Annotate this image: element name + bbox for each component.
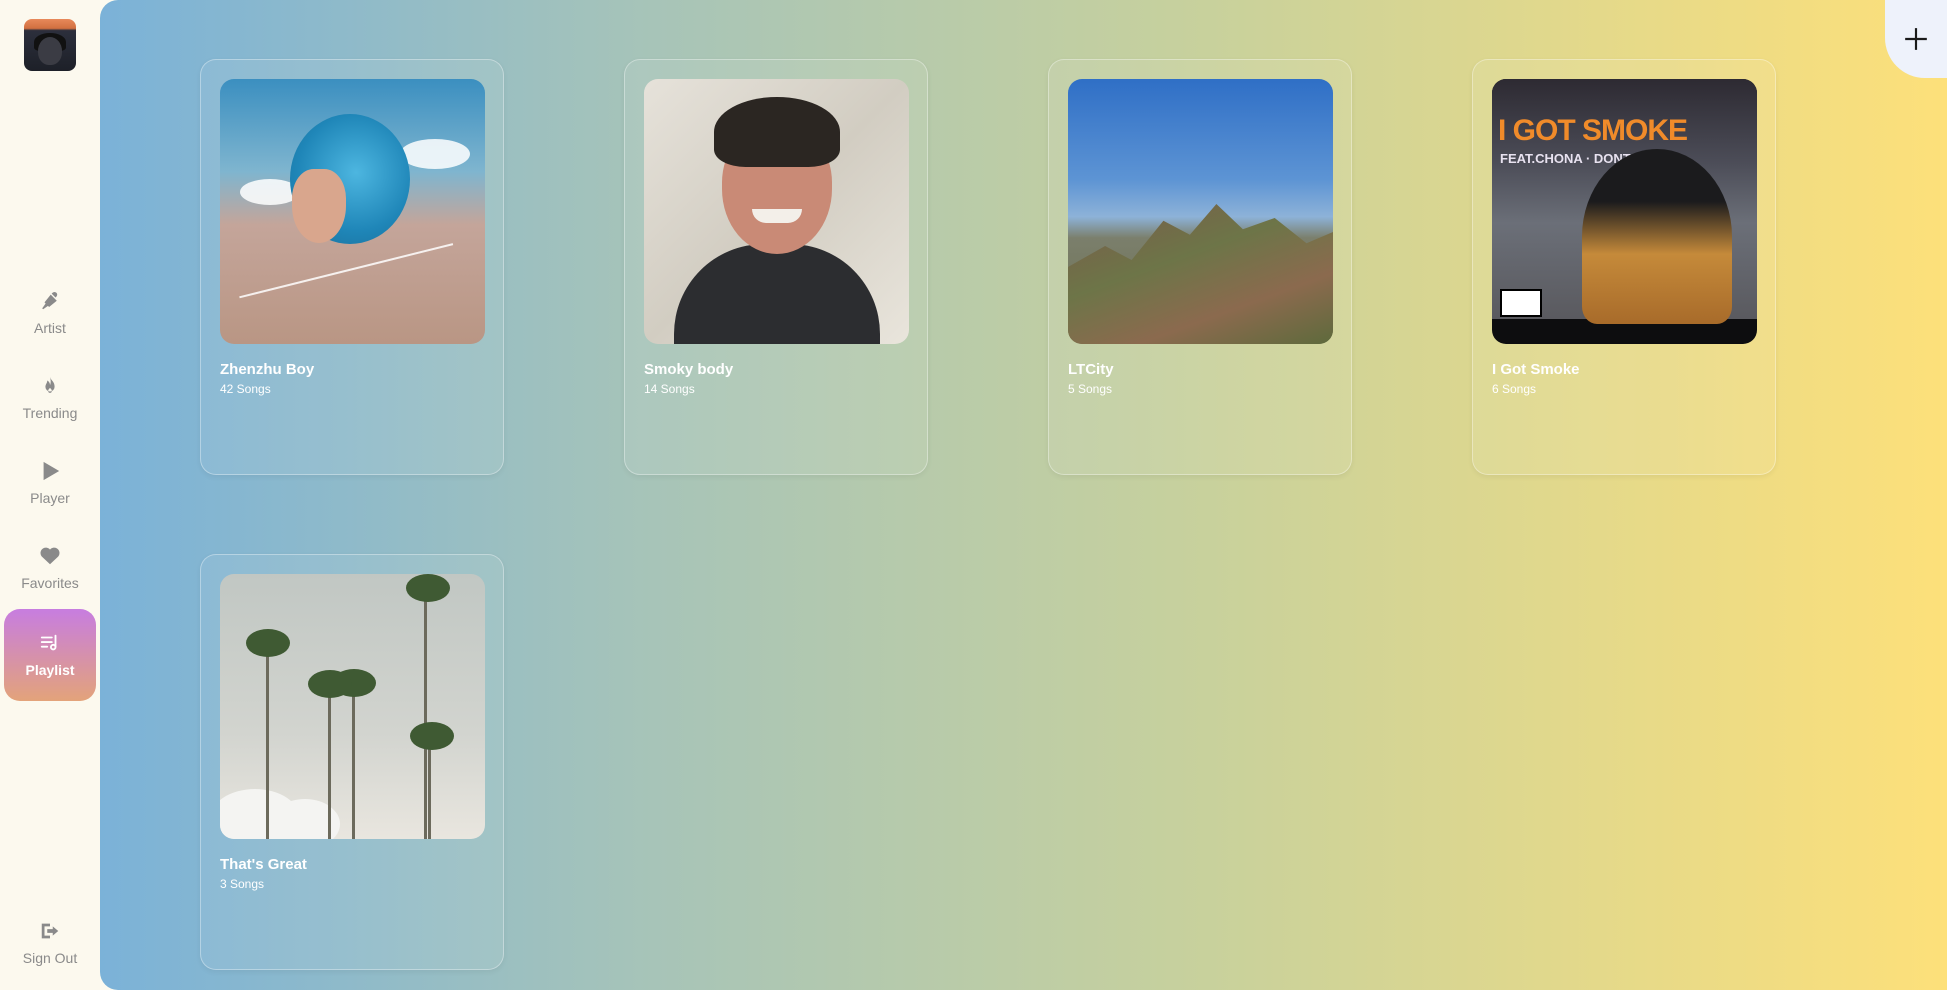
playlist-song-count: 5 Songs: [1068, 382, 1113, 396]
playlist-card[interactable]: Zhenzhu Boy 42 Songs: [200, 59, 504, 475]
nav-player[interactable]: Player: [4, 445, 96, 521]
playlist-title: LTCity: [1068, 361, 1114, 378]
sign-out-icon: [41, 923, 59, 939]
playlist-song-count: 42 Songs: [220, 382, 271, 396]
nav-playlist[interactable]: Playlist: [4, 609, 96, 701]
playlist-cover-image: I GOT SMOKE FEAT.CHONA · DONTSMOKE: [1492, 79, 1757, 344]
nav-trending[interactable]: Trending: [4, 360, 96, 436]
playlist-card[interactable]: I GOT SMOKE FEAT.CHONA · DONTSMOKE I Got…: [1472, 59, 1776, 475]
add-playlist-button[interactable]: [1885, 0, 1947, 78]
playlist-song-count: 14 Songs: [644, 382, 695, 396]
playlist-cover-image: [220, 574, 485, 839]
parental-advisory-icon: [1500, 289, 1542, 317]
nav-favorites[interactable]: Favorites: [4, 530, 96, 606]
sidebar: Artist Trending Player Favorites Playlis…: [0, 0, 100, 990]
playlist-title: Zhenzhu Boy: [220, 361, 315, 378]
playlist-card[interactable]: That's Great 3 Songs: [200, 554, 504, 970]
playlist-card[interactable]: Smoky body 14 Songs: [624, 59, 928, 475]
playlist-title: That's Great: [220, 856, 307, 873]
nav-playlist-label: Playlist: [25, 662, 75, 678]
flame-icon: [45, 376, 55, 393]
playlist-title: I Got Smoke: [1492, 361, 1580, 378]
playlist-song-count: 6 Songs: [1492, 382, 1537, 396]
playlist-icon: [40, 634, 57, 651]
play-icon: [43, 461, 60, 481]
nav-trending-label: Trending: [22, 405, 78, 421]
nav-player-label: Player: [30, 490, 70, 506]
heart-icon: [40, 547, 60, 565]
playlist-grid-panel: Zhenzhu Boy 42 Songs Smoky body 14 Songs…: [100, 0, 1947, 990]
cover-title-text: I GOT SMOKE: [1498, 114, 1688, 147]
playlist-cover-image: [220, 79, 485, 344]
sign-out-button[interactable]: Sign Out: [4, 905, 96, 981]
user-avatar[interactable]: [24, 19, 76, 71]
nav-favorites-label: Favorites: [21, 575, 79, 591]
microphone-icon: [42, 291, 58, 310]
nav-artist-label: Artist: [34, 320, 66, 336]
nav-artist[interactable]: Artist: [4, 275, 96, 351]
playlist-title: Smoky body: [644, 361, 734, 378]
sign-out-label: Sign Out: [22, 950, 78, 966]
playlist-song-count: 3 Songs: [220, 877, 265, 891]
playlist-cover-image: [644, 79, 909, 344]
plus-icon: [1905, 28, 1927, 50]
playlist-card[interactable]: LTCity 5 Songs: [1048, 59, 1352, 475]
playlist-cover-image: [1068, 79, 1333, 344]
